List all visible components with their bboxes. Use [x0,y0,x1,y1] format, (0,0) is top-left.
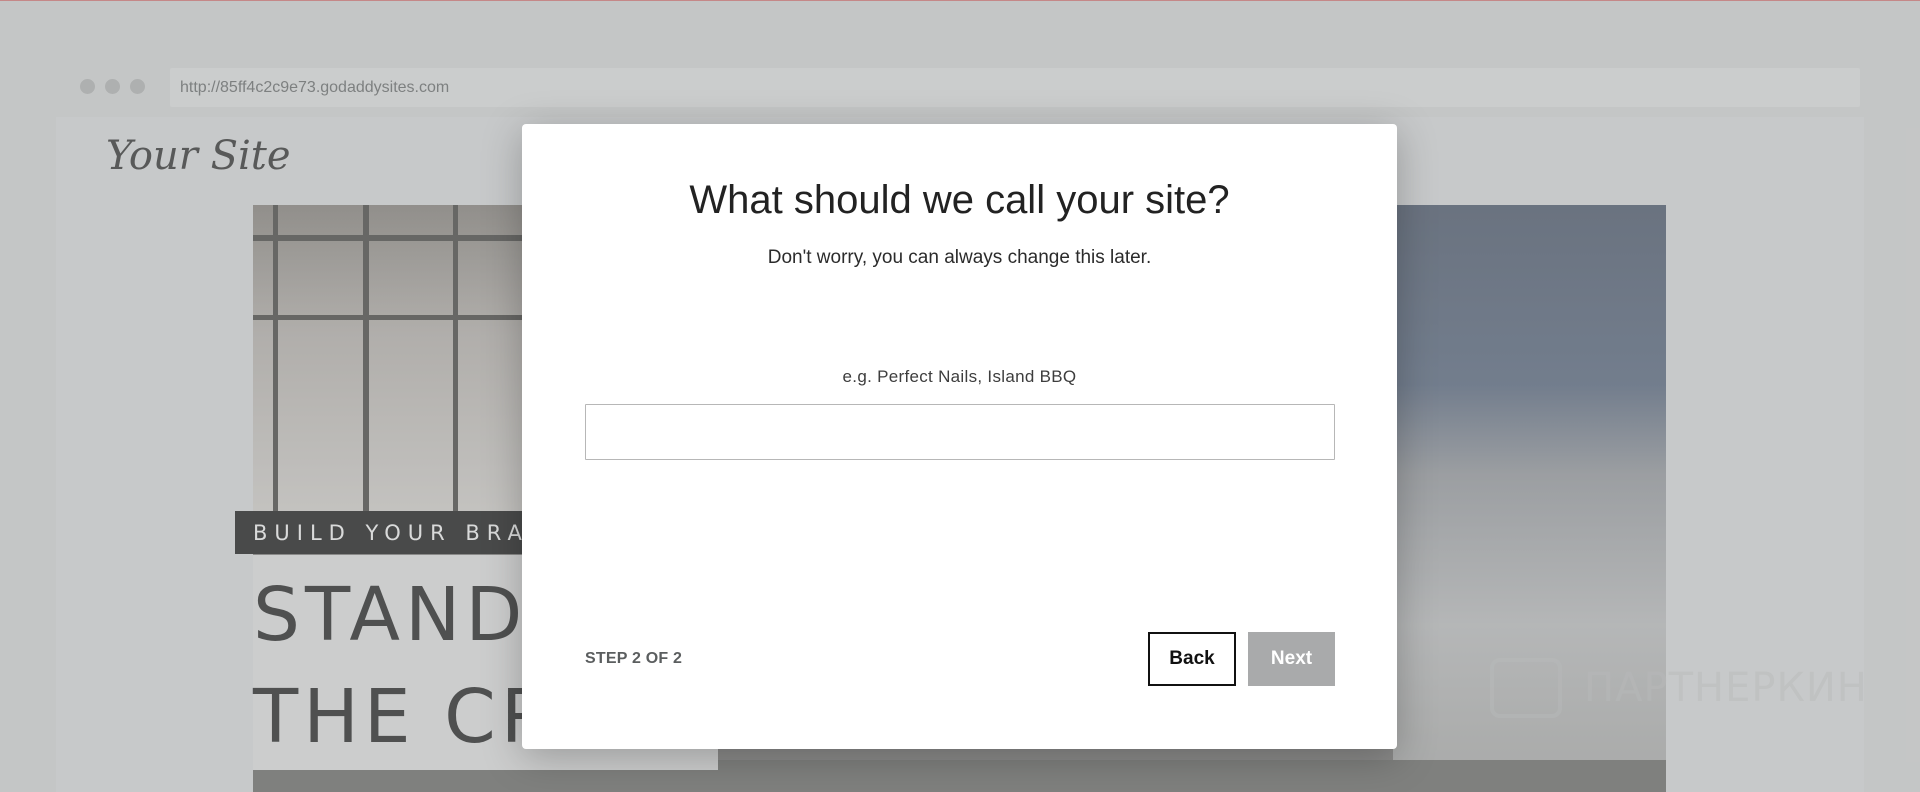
dialog-subtitle: Don't worry, you can always change this … [767,247,1152,268]
next-button[interactable]: Next [1248,632,1335,686]
site-name-label: e.g. Perfect Nails, Island BBQ [842,367,1077,386]
back-button[interactable]: Back [1148,632,1236,686]
site-name-dialog: What should we call your site? Don't wor… [522,124,1397,749]
step-indicator: STEP 2 OF 2 [585,650,683,667]
site-name-input[interactable] [585,404,1335,460]
dialog-title: What should we call your site? [689,178,1230,222]
